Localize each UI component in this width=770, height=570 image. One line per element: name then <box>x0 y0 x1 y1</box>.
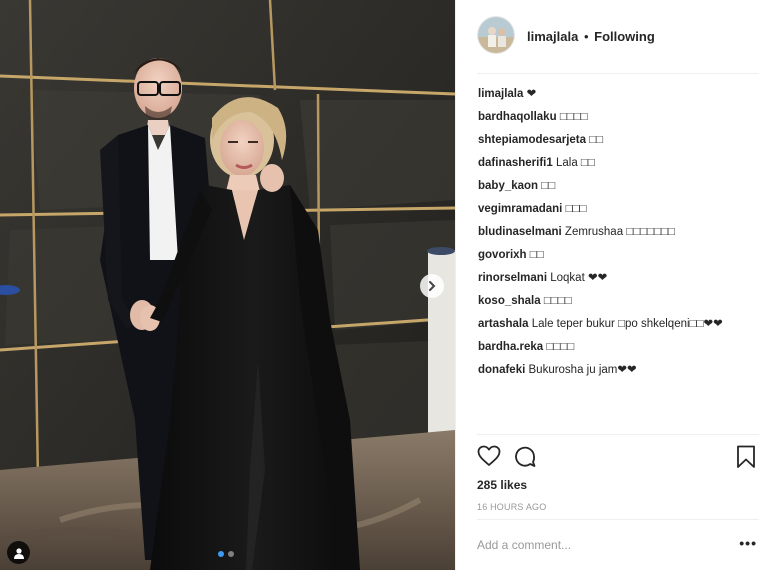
comment-text: □□□□ <box>559 111 588 123</box>
comment-text: □□□ <box>565 203 587 215</box>
instagram-post: limajlala • Following limajlala ❤ bardhaq… <box>0 0 770 570</box>
bookmark-icon <box>737 445 755 468</box>
comment-item: bardhaqollaku □□□□ <box>478 110 758 125</box>
comment-icon <box>515 446 536 467</box>
comment-item: koso_shala □□□□ <box>478 294 758 309</box>
comment-text: Loqkat ❤❤ <box>550 272 608 284</box>
more-options-button[interactable]: ••• <box>739 536 757 550</box>
comment-item: dafinasherifi1 Lala □□ <box>478 156 758 171</box>
comment-username[interactable]: artashala <box>478 318 529 330</box>
comment-text: □□ <box>541 180 556 192</box>
likes-count[interactable]: 285 likes <box>477 478 527 492</box>
comment-input[interactable] <box>477 538 717 552</box>
comment-item: limajlala ❤ <box>478 87 758 102</box>
comment-username[interactable]: shtepiamodesarjeta <box>478 134 586 146</box>
comment-item: donafeki Bukurosha ju jam❤❤ <box>478 363 758 378</box>
post-header: limajlala • Following <box>477 16 759 74</box>
save-button[interactable] <box>735 445 757 474</box>
heart-icon <box>477 445 501 466</box>
comment-button[interactable] <box>513 445 537 474</box>
like-button[interactable] <box>477 445 501 472</box>
comment-text: Lala □□ <box>555 157 595 169</box>
comment-item: rinorselmani Loqkat ❤❤ <box>478 271 758 286</box>
comment-username[interactable]: donafeki <box>478 364 525 376</box>
add-comment-bar: ••• <box>477 519 759 570</box>
carousel-dot <box>228 551 234 557</box>
avatar[interactable] <box>477 16 515 54</box>
comment-item: bardha.reka □□□□ <box>478 340 758 355</box>
comment-text: □□ <box>529 249 544 261</box>
post-sidebar: limajlala • Following limajlala ❤ bardhaq… <box>455 0 770 570</box>
action-bar <box>477 445 759 471</box>
comment-text: □□□□ <box>546 341 575 353</box>
comment-username[interactable]: govorixh <box>478 249 527 261</box>
comment-username[interactable]: dafinasherifi1 <box>478 157 553 169</box>
comment-list: limajlala ❤ bardhaqollaku □□□□ shtepiamode… <box>478 87 758 386</box>
post-timestamp[interactable]: 16 HOURS AGO <box>477 502 546 512</box>
comment-username[interactable]: koso_shala <box>478 295 541 307</box>
following-button[interactable]: Following <box>594 29 655 44</box>
comment-text: □□□□ <box>543 295 572 307</box>
header-separator: • <box>583 29 589 44</box>
tagged-users-button[interactable] <box>7 541 30 564</box>
comment-item: bludinaselmani Zemrushaa □□□□□□□ <box>478 225 758 240</box>
comment-username[interactable]: baby_kaon <box>478 180 538 192</box>
next-photo-button[interactable] <box>420 274 444 298</box>
chevron-right-icon <box>429 281 436 291</box>
comment-item: govorixh □□ <box>478 248 758 263</box>
comment-username[interactable]: bardha.reka <box>478 341 543 353</box>
comment-text: Zemrushaa □□□□□□□ <box>564 226 675 238</box>
comment-item: baby_kaon □□ <box>478 179 758 194</box>
comment-item: artashala Lale teper bukur □po shkelqeni… <box>478 317 758 332</box>
header-username[interactable]: limajlala <box>527 29 578 44</box>
carousel-dot-active <box>218 551 224 557</box>
comment-text: □□ <box>589 134 604 146</box>
comment-username[interactable]: limajlala <box>478 88 523 100</box>
photo-scene <box>0 0 455 570</box>
comment-item: shtepiamodesarjeta □□ <box>478 133 758 148</box>
header-text: limajlala • Following <box>527 29 655 44</box>
comment-text: ❤ <box>526 88 537 100</box>
avatar-image <box>478 17 514 53</box>
user-tag-icon <box>13 547 24 559</box>
post-photo[interactable] <box>0 0 455 570</box>
post-actions-section: 285 likes 16 HOURS AGO <box>477 434 759 518</box>
comment-text: Bukurosha ju jam❤❤ <box>528 364 637 376</box>
comment-item: vegimramadani □□□ <box>478 202 758 217</box>
comment-username[interactable]: bludinaselmani <box>478 226 562 238</box>
comment-username[interactable]: vegimramadani <box>478 203 562 215</box>
comment-username[interactable]: rinorselmani <box>478 272 547 284</box>
comment-text: Lale teper bukur □po shkelqeni□□❤❤ <box>531 318 723 330</box>
comment-username[interactable]: bardhaqollaku <box>478 111 557 123</box>
carousel-indicator <box>218 551 234 557</box>
